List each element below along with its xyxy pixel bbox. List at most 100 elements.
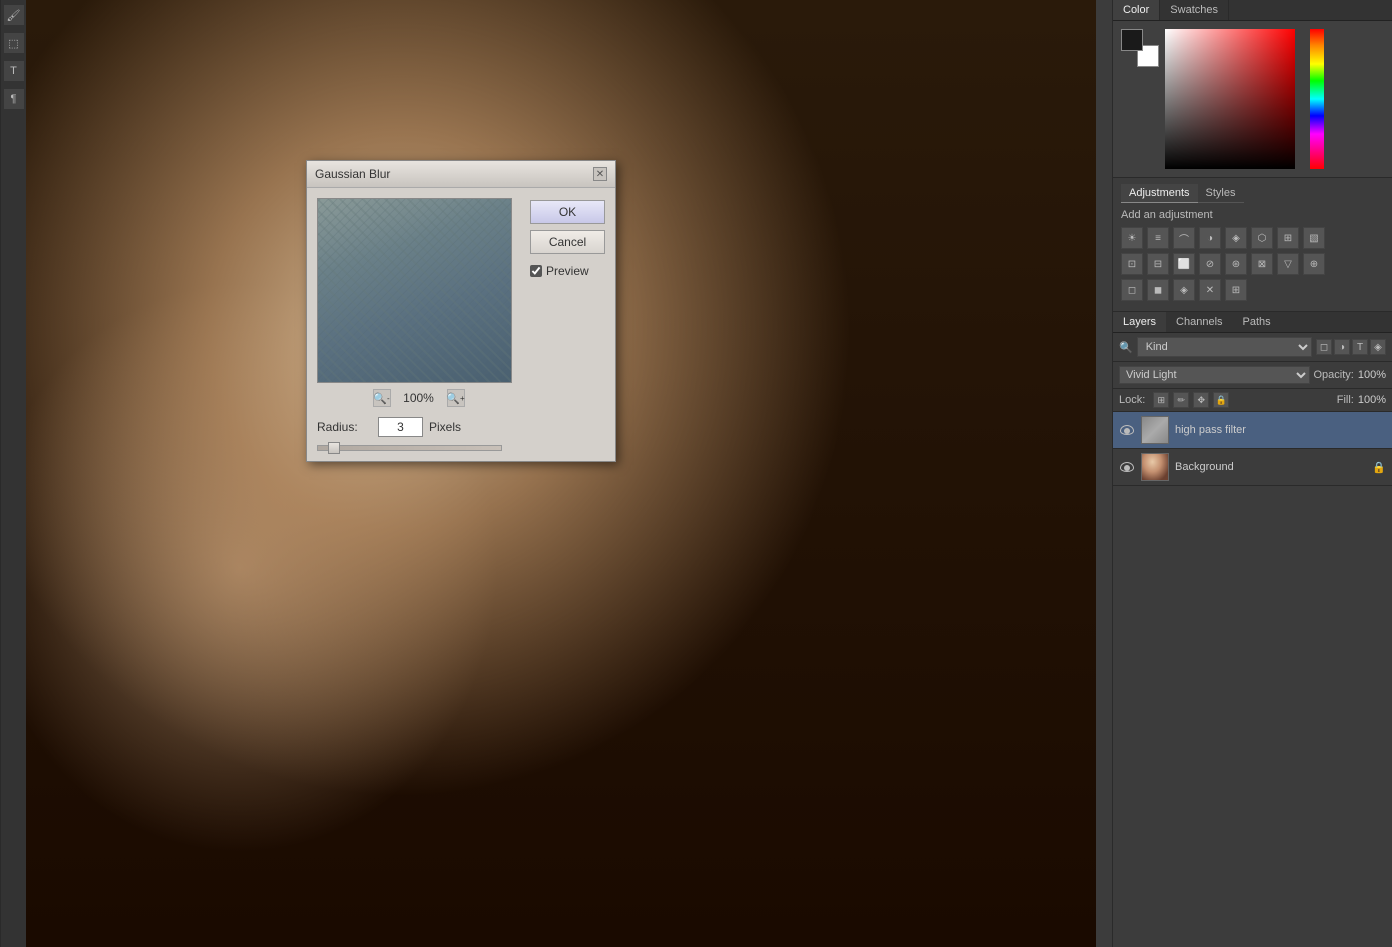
layer-visibility-high-pass[interactable] — [1119, 422, 1135, 438]
channel-mixer-icon[interactable]: ⊟ — [1147, 253, 1169, 275]
layers-panel-tabs: Layers Channels Paths — [1113, 312, 1392, 333]
tab-styles[interactable]: Styles — [1198, 184, 1244, 203]
type-tool-icon[interactable]: T — [3, 60, 25, 82]
tab-paths[interactable]: Paths — [1233, 312, 1281, 332]
blur-preview-image — [318, 199, 511, 382]
layer-filter-icons: ◻ ◑ T ◈ — [1316, 339, 1386, 355]
brightness-contrast-icon[interactable]: ☀ — [1121, 227, 1143, 249]
layer-item-background[interactable]: Background 🔒 — [1113, 449, 1392, 486]
hue-saturation-icon[interactable]: ⬡ — [1251, 227, 1273, 249]
color-lookup-icon[interactable]: ⬜ — [1173, 253, 1195, 275]
radius-row: Radius: Pixels — [317, 417, 520, 437]
canvas-area: Gaussian Blur ✕ 🔍- 100% 🔍+ Radius: — [26, 0, 1112, 947]
preview-checkbox-label: Preview — [546, 264, 589, 278]
photo-filter-icon[interactable]: ⊡ — [1121, 253, 1143, 275]
adjustments-subtitle: Add an adjustment — [1121, 209, 1384, 221]
fg-bg-swatches — [1121, 29, 1159, 67]
lock-label: Lock: — [1119, 394, 1145, 406]
adjustment-icons-row-3: ◻ ◼ ◈ ✕ ⊞ — [1121, 279, 1384, 301]
dialog-container: Gaussian Blur ✕ 🔍- 100% 🔍+ Radius: — [306, 160, 616, 462]
invert-icon[interactable]: ⊘ — [1199, 253, 1221, 275]
brush-tool-icon[interactable]: 🖌 — [3, 4, 25, 26]
blend-mode-row: Vivid Light Opacity: 100% — [1113, 362, 1392, 389]
tab-color[interactable]: Color — [1113, 0, 1160, 20]
pixels-label: Pixels — [429, 420, 461, 434]
color-gradient-field[interactable] — [1165, 29, 1295, 169]
visibility-eye-icon — [1120, 425, 1134, 435]
threshold-icon[interactable]: ⊠ — [1251, 253, 1273, 275]
layer-lock-icon: 🔒 — [1372, 461, 1386, 474]
zoom-level-display: 100% — [399, 391, 439, 405]
radius-label: Radius: — [317, 420, 372, 434]
filter-pixel-icon[interactable]: ◻ — [1316, 339, 1332, 355]
black-white-icon[interactable]: ▧ — [1303, 227, 1325, 249]
preview-checkbox-row: Preview — [530, 264, 605, 278]
filter-shape-icon[interactable]: ◈ — [1370, 339, 1386, 355]
tab-layers[interactable]: Layers — [1113, 312, 1166, 332]
color-picker-area[interactable] — [1165, 29, 1384, 169]
layers-search-controls: 🔍 Kind ◻ ◑ T ◈ — [1113, 333, 1392, 362]
lock-all-icon[interactable]: 🔒 — [1213, 392, 1229, 408]
tab-adjustments[interactable]: Adjustments — [1121, 184, 1198, 203]
zoom-out-button[interactable]: 🔍- — [373, 389, 391, 407]
color-hue-bar[interactable] — [1310, 29, 1324, 169]
layer-thumbnail-photo-content — [1142, 454, 1168, 480]
layer-thumbnail-background — [1141, 453, 1169, 481]
stamp-tool-icon[interactable]: ⬚ — [3, 32, 25, 54]
adj-extra-4-icon[interactable]: ✕ — [1199, 279, 1221, 301]
curves-icon[interactable]: ⌒ — [1173, 227, 1195, 249]
radius-slider-thumb[interactable] — [328, 442, 340, 454]
visibility-eye-icon-bg — [1120, 462, 1134, 472]
adjustments-panel: Adjustments Styles Add an adjustment ☀ ≡… — [1113, 178, 1392, 312]
tab-swatches[interactable]: Swatches — [1160, 0, 1229, 20]
blend-mode-dropdown[interactable]: Vivid Light — [1119, 366, 1310, 384]
color-swatch-area — [1113, 21, 1392, 177]
layer-visibility-background[interactable] — [1119, 459, 1135, 475]
ok-button[interactable]: OK — [530, 200, 605, 224]
gradient-map-icon[interactable]: ▽ — [1277, 253, 1299, 275]
lock-brush-icon[interactable]: ✏ — [1173, 392, 1189, 408]
adj-extra-3-icon[interactable]: ◈ — [1173, 279, 1195, 301]
posterize-icon[interactable]: ⊛ — [1225, 253, 1247, 275]
adjustments-panel-tabs: Adjustments Styles — [1121, 184, 1384, 203]
dialog-right-section: OK Cancel Preview — [530, 198, 605, 451]
opacity-value: 100% — [1358, 369, 1386, 381]
close-icon[interactable]: ✕ — [593, 167, 607, 181]
filter-type-icon[interactable]: T — [1352, 339, 1368, 355]
foreground-color-swatch[interactable] — [1121, 29, 1143, 51]
color-panel-tabs: Color Swatches — [1113, 0, 1392, 21]
layer-item-high-pass[interactable]: high pass filter — [1113, 412, 1392, 449]
layer-thumbnail-gray-content — [1142, 417, 1168, 443]
vibrance-icon[interactable]: ◈ — [1225, 227, 1247, 249]
tab-channels[interactable]: Channels — [1166, 312, 1232, 332]
zoom-in-button[interactable]: 🔍+ — [447, 389, 465, 407]
preview-checkbox[interactable] — [530, 265, 542, 277]
layer-filter-dropdown[interactable]: Kind — [1137, 337, 1312, 357]
blur-preview-box — [317, 198, 512, 383]
adjustment-icons-row-2: ⊡ ⊟ ⬜ ⊘ ⊛ ⊠ ▽ ⊕ — [1121, 253, 1384, 275]
dialog-title: Gaussian Blur — [315, 167, 390, 181]
radius-slider-track[interactable] — [317, 445, 502, 451]
dialog-body: 🔍- 100% 🔍+ Radius: Pixels — [307, 188, 615, 461]
adj-extra-2-icon[interactable]: ◼ — [1147, 279, 1169, 301]
dialog-left-section: 🔍- 100% 🔍+ Radius: Pixels — [317, 198, 520, 451]
paragraph-tool-icon[interactable]: ¶ — [3, 88, 25, 110]
color-panel: Color Swatches — [1113, 0, 1392, 178]
filter-adjust-icon[interactable]: ◑ — [1334, 339, 1350, 355]
levels-icon[interactable]: ≡ — [1147, 227, 1169, 249]
adj-extra-5-icon[interactable]: ⊞ — [1225, 279, 1247, 301]
selective-color-icon[interactable]: ⊕ — [1303, 253, 1325, 275]
photo-canvas — [26, 0, 1096, 947]
dialog-titlebar[interactable]: Gaussian Blur ✕ — [307, 161, 615, 188]
layer-thumbnail-high-pass — [1141, 416, 1169, 444]
cancel-button[interactable]: Cancel — [530, 230, 605, 254]
layer-name-background: Background — [1175, 461, 1366, 473]
radius-input[interactable] — [378, 417, 423, 437]
fill-value: 100% — [1358, 394, 1386, 406]
exposure-icon[interactable]: ◑ — [1199, 227, 1221, 249]
color-balance-icon[interactable]: ⊞ — [1277, 227, 1299, 249]
lock-checkered-icon[interactable]: ⊞ — [1153, 392, 1169, 408]
adj-extra-1-icon[interactable]: ◻ — [1121, 279, 1143, 301]
search-icon: 🔍 — [1119, 341, 1133, 354]
lock-move-icon[interactable]: ✥ — [1193, 392, 1209, 408]
